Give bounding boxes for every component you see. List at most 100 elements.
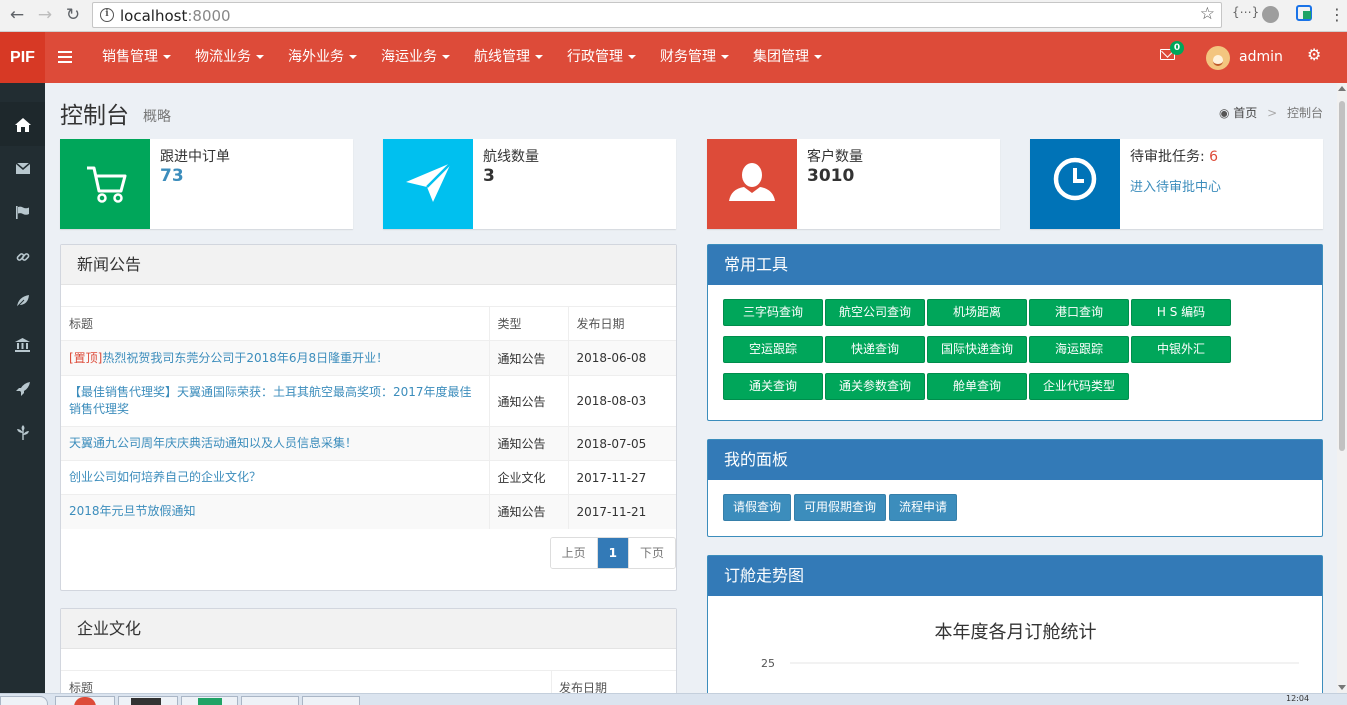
news-date-cell: 2017-11-27 — [567, 460, 676, 495]
tool-airline-button[interactable]: 航空公司查询 — [825, 299, 925, 326]
scroll-up-icon[interactable] — [1338, 86, 1346, 91]
news-box: 新闻公告 标题 类型 发布日期 [置顶]热烈祝贺我司东莞分公司于2018年6月8… — [60, 244, 677, 591]
current-page-button[interactable]: 1 — [596, 538, 628, 568]
user-icon — [729, 163, 775, 201]
table-row[interactable]: 【最佳销售代理奖】天翼通国际荣获：土耳其航空最高奖项：2017年度最佳销售代理奖… — [61, 375, 676, 427]
booking-chart: 25 — [761, 657, 1299, 670]
page-scrollbar[interactable] — [1337, 83, 1347, 693]
caret-down-icon — [442, 55, 450, 59]
stat-routes-label: 航线数量 — [483, 149, 539, 165]
sidebar-toggle-icon[interactable] — [58, 51, 72, 63]
forward-arrow-icon[interactable]: → — [34, 4, 56, 26]
tool-intl-express-button[interactable]: 国际快递查询 — [927, 336, 1027, 363]
tool-hs-code-button[interactable]: H S 编码 — [1131, 299, 1231, 326]
json-extension-icon[interactable]: {⋯} — [1232, 5, 1259, 19]
booking-trend-box: 订舱走势图 本年度各月订舱统计 25 — [707, 555, 1323, 705]
sidebar-item-pagelines[interactable] — [0, 410, 45, 454]
tool-boc-fx-button[interactable]: 中银外汇 — [1131, 336, 1231, 363]
screen-extension-icon[interactable] — [1296, 5, 1312, 21]
scroll-down-icon[interactable] — [1338, 685, 1346, 690]
stat-approvals-icon-bg — [1030, 139, 1120, 229]
envelope-icon — [15, 162, 30, 174]
available-leave-button[interactable]: 可用假期查询 — [794, 494, 887, 521]
tool-airport-distance-button[interactable]: 机场距离 — [927, 299, 1027, 326]
stat-orders-icon-bg — [60, 139, 150, 229]
stat-orders-label: 跟进中订单 — [160, 149, 230, 165]
address-bar[interactable]: i localhost:8000 ☆ — [92, 2, 1222, 28]
stat-orders-value[interactable]: 73 — [160, 166, 184, 186]
prev-page-button[interactable]: 上页 — [550, 538, 597, 568]
tool-customs-params-button[interactable]: 通关参数查询 — [825, 373, 925, 400]
menu-sales[interactable]: 销售管理 — [90, 32, 183, 83]
sidebar-item-mail[interactable] — [0, 146, 45, 190]
logo[interactable]: PIF — [0, 32, 45, 83]
stat-routes-icon-bg — [383, 139, 473, 229]
caret-down-icon — [814, 55, 822, 59]
menu-overseas[interactable]: 海外业务 — [276, 32, 369, 83]
pinned-tag: [置顶] — [69, 350, 103, 365]
clock-icon — [1053, 157, 1097, 201]
table-row[interactable]: 天翼通九公司周年庆庆典活动通知以及人员信息采集！ 通知公告 2018-07-05 — [61, 426, 676, 461]
tool-iata-code-button[interactable]: 三字码查询 — [723, 299, 823, 326]
sidebar-item-home[interactable] — [0, 102, 45, 146]
process-apply-button[interactable]: 流程申请 — [889, 494, 958, 521]
tool-manifest-button[interactable]: 舱单查询 — [927, 373, 1027, 400]
news-title-cell[interactable]: 2018年元旦节放假通知 — [61, 494, 489, 529]
news-box-title: 新闻公告 — [61, 245, 676, 285]
breadcrumb-home[interactable]: 首页 — [1233, 106, 1257, 120]
leaf-icon — [16, 294, 29, 307]
reload-icon[interactable]: ↻ — [62, 4, 84, 26]
tools-button-grid: 三字码查询 航空公司查询 机场距离 港口查询 H S 编码 空运跟踪 快递查询 … — [723, 299, 1243, 410]
approval-center-link[interactable]: 进入待审批中心 — [1130, 176, 1221, 195]
sidebar-item-bank[interactable] — [0, 322, 45, 366]
sidebar-item-rocket[interactable] — [0, 366, 45, 410]
table-row[interactable]: [置顶]热烈祝贺我司东莞分公司于2018年6月8日隆重开业！ 通知公告 2018… — [61, 340, 676, 376]
tool-express-button[interactable]: 快递查询 — [825, 336, 925, 363]
sidebar-item-flag[interactable] — [0, 190, 45, 234]
stat-customers-label: 客户数量 — [807, 149, 863, 165]
news-title-cell[interactable]: 【最佳销售代理奖】天翼通国际荣获：土耳其航空最高奖项：2017年度最佳销售代理奖 — [61, 375, 489, 427]
news-title-cell[interactable]: [置顶]热烈祝贺我司东莞分公司于2018年6月8日隆重开业！ — [61, 340, 489, 376]
flag-icon — [16, 206, 29, 219]
menu-shipping[interactable]: 海运业务 — [369, 32, 462, 83]
tool-air-tracking-button[interactable]: 空运跟踪 — [723, 336, 823, 363]
main-menu: 销售管理 物流业务 海外业务 海运业务 航线管理 行政管理 财务管理 集团管理 — [90, 32, 834, 83]
table-row[interactable]: 2018年元旦节放假通知 通知公告 2017-11-21 — [61, 494, 676, 529]
taskbar-excel-icon[interactable] — [181, 696, 238, 705]
next-page-button[interactable]: 下页 — [627, 538, 675, 568]
news-title-cell[interactable]: 天翼通九公司周年庆庆典活动通知以及人员信息采集！ — [61, 426, 489, 461]
os-taskbar: 12:04 — [0, 693, 1347, 705]
tool-customs-button[interactable]: 通关查询 — [723, 373, 823, 400]
username[interactable]: admin — [1239, 32, 1283, 83]
table-row[interactable]: 创业公司如何培养自己的企业文化？ 企业文化 2017-11-27 — [61, 460, 676, 495]
taskbar-app-icon[interactable] — [302, 696, 360, 705]
news-title-cell[interactable]: 创业公司如何培养自己的企业文化？ — [61, 460, 489, 495]
tool-port-button[interactable]: 港口查询 — [1029, 299, 1129, 326]
menu-admin[interactable]: 行政管理 — [555, 32, 648, 83]
chart-title: 本年度各月订舱统计 — [934, 622, 1097, 643]
leave-query-button[interactable]: 请假查询 — [723, 494, 792, 521]
start-button[interactable] — [0, 696, 48, 705]
tool-sea-tracking-button[interactable]: 海运跟踪 — [1029, 336, 1129, 363]
sidebar-item-link[interactable] — [0, 234, 45, 278]
sidebar-item-leaf[interactable] — [0, 278, 45, 322]
menu-finance[interactable]: 财务管理 — [648, 32, 741, 83]
caret-down-icon — [535, 55, 543, 59]
scroll-thumb[interactable] — [1339, 101, 1345, 451]
menu-logistics[interactable]: 物流业务 — [183, 32, 276, 83]
taskbar-app-icon[interactable] — [241, 696, 299, 705]
back-arrow-icon[interactable]: ← — [6, 4, 28, 26]
taskbar-terminal-icon[interactable] — [118, 696, 178, 705]
gears-icon[interactable]: ⚙ — [1307, 45, 1321, 64]
taskbar-chrome-icon[interactable] — [55, 696, 115, 705]
menu-group[interactable]: 集团管理 — [741, 32, 834, 83]
menu-routes[interactable]: 航线管理 — [462, 32, 555, 83]
caret-down-icon — [721, 55, 729, 59]
tool-enterprise-code-button[interactable]: 企业代码类型 — [1029, 373, 1129, 400]
stat-approvals: 待审批任务: 6 进入待审批中心 — [1030, 139, 1323, 229]
bookmark-star-icon[interactable]: ☆ — [1200, 4, 1215, 24]
browser-menu-icon[interactable]: ⋮ — [1329, 5, 1345, 25]
profile-extension-icon[interactable] — [1262, 6, 1279, 23]
info-icon[interactable]: i — [100, 8, 114, 22]
user-avatar[interactable] — [1206, 46, 1230, 70]
